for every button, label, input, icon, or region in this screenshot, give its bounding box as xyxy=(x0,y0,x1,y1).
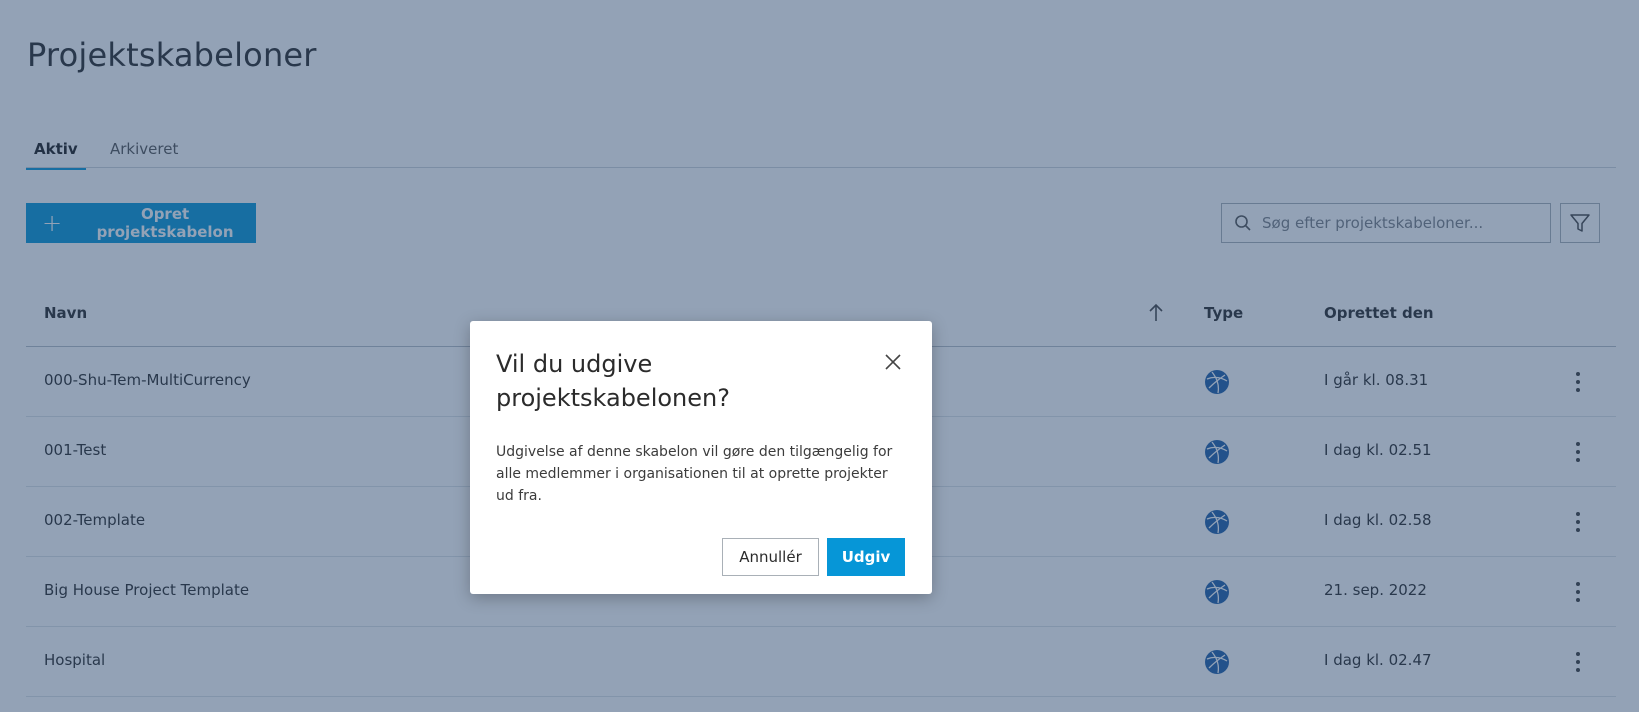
publish-dialog: Vil du udgive projektskabelonen? Udgivel… xyxy=(470,321,932,594)
dialog-title: Vil du udgive projektskabelonen? xyxy=(496,350,730,412)
dialog-body: Udgivelse af denne skabelon vil gøre den… xyxy=(496,444,893,504)
cancel-button[interactable]: Annullér xyxy=(722,538,819,576)
close-icon[interactable] xyxy=(880,349,906,375)
publish-button[interactable]: Udgiv xyxy=(827,538,905,576)
